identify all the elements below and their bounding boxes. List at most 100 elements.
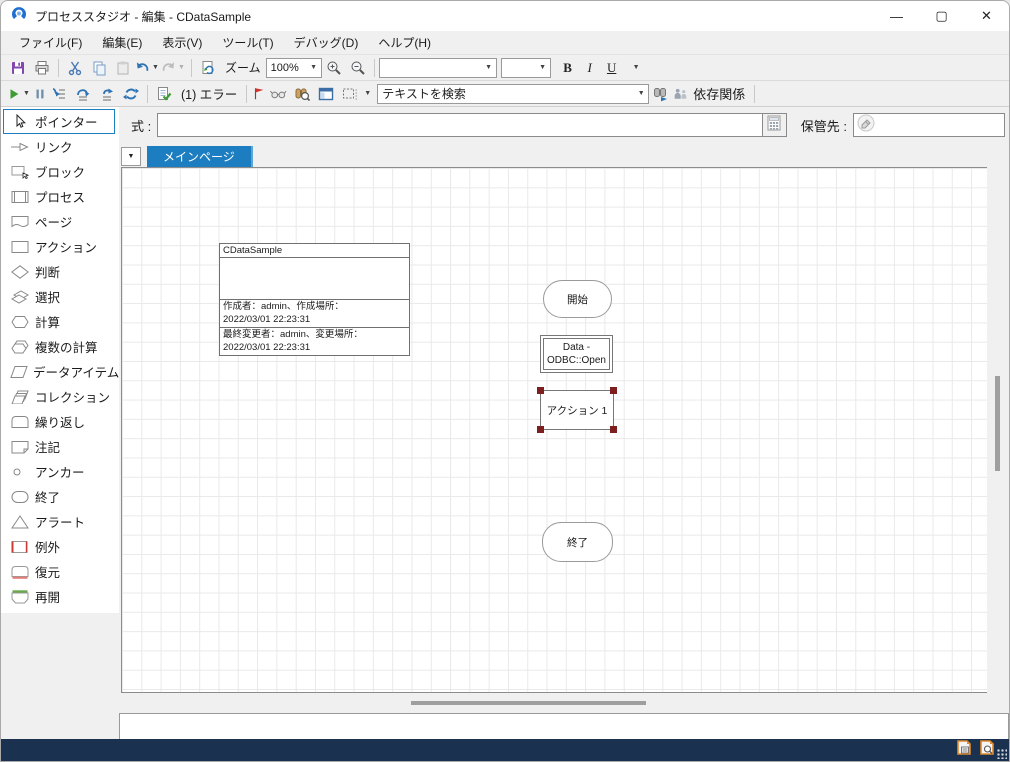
step-out-button[interactable] — [95, 83, 119, 105]
menu-file[interactable]: ファイル(F) — [9, 31, 92, 54]
maximize-button[interactable]: ▢ — [919, 1, 964, 31]
print-icon — [34, 60, 50, 76]
play-dropdown[interactable]: ▼ — [21, 83, 32, 105]
redo-icon — [161, 60, 176, 75]
toolbox-item-end[interactable]: 終了 — [3, 484, 115, 509]
node-end[interactable]: 終了 — [542, 522, 613, 562]
tab-main-page[interactable]: メインページ — [147, 146, 253, 167]
node-start[interactable]: 開始 — [543, 280, 612, 318]
underline-button[interactable]: U — [601, 57, 623, 79]
toolbox-item-link[interactable]: リンク — [3, 134, 115, 159]
expression-label: 式 : — [131, 118, 152, 134]
toolbox-item-block[interactable]: ブロック — [3, 159, 115, 184]
toolbox-item-process[interactable]: プロセス — [3, 184, 115, 209]
selection-handle[interactable] — [610, 387, 617, 394]
toolbox-item-choice[interactable]: 選択 — [3, 284, 115, 309]
close-button[interactable]: ✕ — [964, 1, 1009, 31]
toolbox-item-data-item[interactable]: データアイテム — [3, 359, 119, 384]
menu-help[interactable]: ヘルプ(H) — [368, 31, 441, 54]
chevron-down-icon: ▼ — [310, 64, 318, 71]
zoom-out-button[interactable] — [346, 57, 370, 79]
font-combo[interactable]: ▼ — [378, 57, 497, 78]
selection-mode-button[interactable] — [338, 83, 362, 105]
validate-button[interactable] — [152, 83, 176, 105]
refresh-page-button[interactable] — [196, 57, 220, 79]
breakpoint-button[interactable] — [251, 83, 266, 105]
process-log-icon[interactable] — [955, 739, 972, 761]
toolbox-item-calculation[interactable]: 計算 — [3, 309, 115, 334]
paste-button[interactable] — [111, 57, 135, 79]
toolbox-item-multi-calculation[interactable]: 複数の計算 — [3, 334, 115, 359]
horizontal-scrollbar-thumb[interactable] — [411, 701, 646, 705]
copy-button[interactable] — [87, 57, 111, 79]
watch-button[interactable] — [266, 83, 290, 105]
toolbox-item-page[interactable]: ページ — [3, 209, 115, 234]
reset-button[interactable] — [119, 83, 143, 105]
toolbox-item-resume[interactable]: 再開 — [3, 584, 115, 609]
redo-dropdown[interactable]: ▼ — [176, 57, 187, 79]
recover-icon — [10, 565, 30, 579]
process-diagram-canvas[interactable]: CDataSample 作成者：admin、作成場所： 2022/03/01 2… — [121, 167, 989, 693]
selection-mode-dropdown[interactable]: ▼ — [362, 83, 373, 105]
node-data-odbc-open[interactable]: Data - ODBC::Open — [540, 335, 613, 373]
menu-bar: ファイル(F) 編集(E) 表示(V) ツール(T) デバッグ(D) ヘルプ(H… — [1, 31, 1009, 55]
process-info-box[interactable]: CDataSample 作成者：admin、作成場所： 2022/03/01 2… — [219, 243, 410, 356]
resize-grip[interactable] — [997, 749, 1007, 759]
selection-handle[interactable] — [610, 426, 617, 433]
menu-view[interactable]: 表示(V) — [152, 31, 212, 54]
pause-button[interactable] — [32, 83, 47, 105]
find-references-button[interactable] — [290, 83, 314, 105]
title-bar: プロセススタジオ - 編集 - CDataSample — ▢ ✕ — [1, 1, 1009, 31]
toolbox-item-exception[interactable]: 例外 — [3, 534, 115, 559]
toolbox-item-pointer[interactable]: ポインター — [3, 109, 115, 134]
italic-button[interactable]: I — [579, 57, 601, 79]
undo-button[interactable] — [135, 57, 150, 79]
menu-debug[interactable]: デバッグ(D) — [284, 31, 369, 54]
store-in-field[interactable] — [853, 113, 1005, 137]
toolbox-item-recover[interactable]: 復元 — [3, 559, 115, 584]
menu-edit[interactable]: 編集(E) — [92, 31, 152, 54]
expression-input[interactable] — [158, 114, 762, 136]
node-action1[interactable]: アクション 1 — [537, 387, 617, 433]
toolbox-item-action[interactable]: アクション — [3, 234, 115, 259]
redo-button[interactable] — [161, 57, 176, 79]
data-item-icon — [10, 365, 28, 379]
toolbox-item-alert[interactable]: アラート — [3, 509, 115, 534]
dependencies-label[interactable]: 依存関係 — [688, 84, 750, 103]
toolbox-item-loop[interactable]: 繰り返し — [3, 409, 115, 434]
undo-dropdown[interactable]: ▼ — [150, 57, 161, 79]
dependencies-button[interactable] — [673, 83, 688, 105]
toolbox-item-anchor[interactable]: アンカー — [3, 459, 115, 484]
process-search-icon[interactable] — [978, 739, 995, 761]
process-info-modified: 最終変更者：admin、変更場所： 2022/03/01 22:23:31 — [220, 327, 409, 355]
menu-tools[interactable]: ツール(T) — [212, 31, 283, 54]
zoom-in-button[interactable] — [322, 57, 346, 79]
toolbox-item-note[interactable]: 注記 — [3, 434, 115, 459]
search-text-combo[interactable]: テキストを検索 ▼ — [377, 83, 650, 104]
selection-handle[interactable] — [537, 426, 544, 433]
find-next-icon — [653, 86, 669, 102]
cut-button[interactable] — [63, 57, 87, 79]
minimize-button[interactable]: — — [874, 1, 919, 31]
process-overview-button[interactable] — [314, 83, 338, 105]
find-next-button[interactable] — [649, 83, 673, 105]
vertical-scrollbar[interactable] — [987, 167, 1009, 693]
selection-handle[interactable] — [537, 387, 544, 394]
horizontal-scrollbar[interactable] — [119, 693, 1009, 713]
print-button[interactable] — [30, 57, 54, 79]
font-color-dropdown[interactable]: ▼ — [631, 57, 642, 79]
expression-editor-button[interactable] — [761, 114, 786, 136]
error-count-label[interactable]: (1) エラー — [176, 84, 242, 103]
toolbox-item-collection[interactable]: コレクション — [3, 384, 115, 409]
toolbar-separator — [754, 84, 756, 103]
save-button[interactable] — [6, 57, 30, 79]
bold-button[interactable]: B — [557, 57, 579, 79]
vertical-scrollbar-thumb[interactable] — [995, 376, 1000, 471]
step-over-button[interactable] — [71, 83, 95, 105]
toolbox-item-decision[interactable]: 判断 — [3, 259, 115, 284]
play-button[interactable] — [6, 83, 21, 105]
font-size-combo[interactable]: ▼ — [500, 57, 551, 78]
page-list-dropdown[interactable]: ▼ — [121, 147, 141, 166]
step-in-button[interactable] — [47, 83, 71, 105]
zoom-combo[interactable]: 100% ▼ — [265, 57, 322, 78]
